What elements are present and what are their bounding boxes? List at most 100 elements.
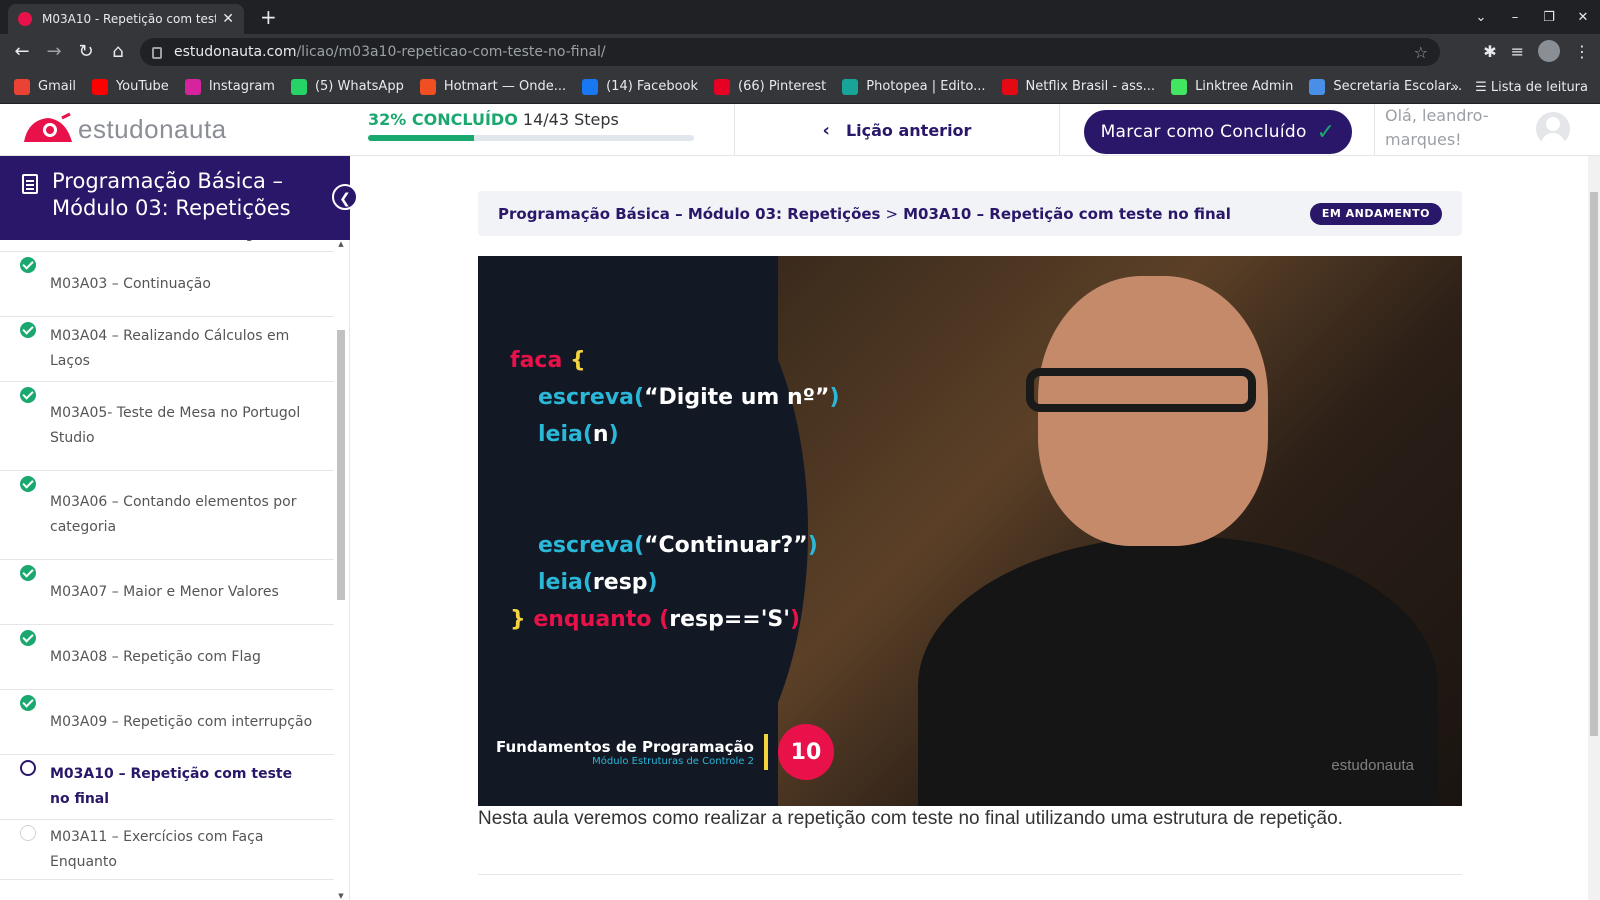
sidebar-lesson-item[interactable]: M03A11 – Exercícios com Faça Enquanto <box>0 820 334 880</box>
new-tab-icon[interactable]: + <box>260 4 277 30</box>
reading-list-button[interactable]: ☰ Lista de leitura <box>1475 80 1588 95</box>
maximize-icon[interactable]: ❐ <box>1532 10 1566 25</box>
lesson-label: M03A03 – Continuação <box>50 275 211 292</box>
previous-lesson-label: Lição anterior <box>845 120 972 140</box>
sidebar-lesson-item[interactable]: M03A08 – Repetição com Flag <box>0 625 334 690</box>
bookmark-item[interactable]: (5) WhatsApp <box>290 78 404 95</box>
bookmark-item[interactable]: (14) Facebook <box>582 78 699 95</box>
progress-bar <box>368 135 694 141</box>
page-scroll-thumb[interactable] <box>1590 192 1598 736</box>
user-menu[interactable]: Olá, leandro-marques! <box>1374 104 1600 156</box>
sidebar-lesson-item[interactable]: M03A07 – Maior e Menor Valores <box>0 560 334 625</box>
sidebar-scrollbar[interactable]: ▲ ▼ <box>336 240 346 900</box>
page-scrollbar[interactable] <box>1588 156 1600 900</box>
browser-tab[interactable]: M03A10 - Repetição com teste ✕ <box>8 4 244 34</box>
youtube-icon <box>91 78 108 95</box>
bookmark-item[interactable]: Instagram <box>184 78 275 95</box>
sidebar-lesson-item[interactable]: M03A02 – Realizando Contagens <box>0 240 334 252</box>
series-subtitle: Módulo Estruturas de Controle 2 <box>592 755 754 767</box>
completed-check-icon <box>20 322 36 338</box>
browser-tab-bar: M03A10 - Repetição com teste ✕ + ⌄ – ❐ ✕ <box>0 0 1600 34</box>
document-icon <box>22 174 38 194</box>
bookmark-item[interactable]: Hotmart — Onde... <box>419 78 567 95</box>
back-icon[interactable]: ← <box>10 40 34 64</box>
astronaut-logo-icon <box>24 112 72 142</box>
course-progress: 32% CONCLUÍDO 14/43 Steps <box>368 110 698 141</box>
collapse-sidebar-button[interactable]: ❮ <box>332 184 358 210</box>
sidebar-lesson-item[interactable]: M03A06 – Contando elementos por categori… <box>0 471 334 560</box>
address-bar[interactable]: estudonauta.com /licao/m03a10-repeticao-… <box>140 38 1440 66</box>
bookmark-label: Secretaria Escolar... <box>1333 79 1463 94</box>
video-scene <box>778 256 1462 806</box>
site-header: estudonauta 32% CONCLUÍDO 14/43 Steps ‹ … <box>0 104 1600 156</box>
user-avatar[interactable] <box>1536 112 1570 146</box>
code-condition: resp=='S' <box>669 607 791 632</box>
bookmarks-overflow: » ☰ Lista de leitura <box>1451 70 1588 104</box>
breadcrumb: Programação Básica – Módulo 03: Repetiçõ… <box>478 191 1462 236</box>
sidebar-lesson-item[interactable]: M03A10 – Repetição com teste no final <box>0 755 334 820</box>
completed-check-icon <box>20 476 36 492</box>
extensions-icon[interactable]: ✱ <box>1483 42 1496 61</box>
bookmark-label: YouTube <box>115 79 169 94</box>
lesson-video-player[interactable]: faca { escreva(“Digite um nº”) leia(n) e… <box>478 256 1462 806</box>
sidebar-lesson-item[interactable]: M03A05- Teste de Mesa no Portugol Studio <box>0 382 334 471</box>
reading-list-label: Lista de leitura <box>1490 79 1588 95</box>
bookmark-label: Gmail <box>38 79 76 94</box>
mark-complete-button[interactable]: Marcar como Concluído ✓ <box>1084 110 1352 154</box>
browser-toolbar: ← → ↻ ⌂ estudonauta.com /licao/m03a10-re… <box>0 34 1600 70</box>
reload-icon[interactable]: ↻ <box>74 40 98 64</box>
url-host: estudonauta.com <box>174 44 297 60</box>
lock-icon <box>152 47 162 59</box>
breadcrumb-lesson[interactable]: M03A10 – Repetição com teste no final <box>903 205 1231 223</box>
mark-complete-label: Marcar como Concluído <box>1100 122 1307 142</box>
bookmark-item[interactable]: Secretaria Escolar... <box>1309 78 1463 95</box>
bookmark-item[interactable]: Linktree Admin <box>1171 78 1293 95</box>
menu-kebab-icon[interactable]: ⋮ <box>1574 42 1590 61</box>
close-window-icon[interactable]: ✕ <box>1566 10 1600 25</box>
home-icon[interactable]: ⌂ <box>106 40 130 64</box>
check-icon: ✓ <box>1316 119 1336 145</box>
bookmark-star-icon[interactable]: ☆ <box>1414 43 1428 62</box>
previous-lesson-link[interactable]: ‹ Lição anterior <box>734 104 1060 156</box>
photopea-icon <box>842 78 859 95</box>
sidebar-lesson-item[interactable]: M03A04 – Realizando Cálculos em Laços <box>0 317 334 382</box>
code-fn-leia-1: leia <box>538 422 583 447</box>
bookmark-item[interactable]: (66) Pinterest <box>714 78 827 95</box>
course-header: Programação Básica – Módulo 03: Repetiçõ… <box>0 156 350 240</box>
bookmark-label: Instagram <box>208 79 275 94</box>
estudonauta-logo[interactable]: estudonauta <box>18 112 227 146</box>
bookmark-item[interactable]: Gmail <box>14 78 76 95</box>
tab-search-icon[interactable]: ⌄ <box>1464 10 1498 25</box>
sidebar-lesson-item[interactable]: M03A09 – Repetição com interrupção <box>0 690 334 755</box>
scroll-down-icon[interactable]: ▼ <box>336 892 346 900</box>
toolbar-actions: ✱ ≡ ⋮ <box>1483 40 1590 62</box>
breadcrumb-course-link[interactable]: Programação Básica – Módulo 03: Repetiçõ… <box>498 205 881 223</box>
gmail-icon <box>14 78 30 95</box>
bookmark-label: (66) Pinterest <box>738 79 827 94</box>
minimize-icon[interactable]: – <box>1498 10 1532 25</box>
bookmark-item[interactable]: Netflix Brasil - ass... <box>1001 78 1155 95</box>
tab-title: M03A10 - Repetição com teste <box>42 12 217 26</box>
forward-icon[interactable]: → <box>42 40 66 64</box>
pseudocode-block: faca { escreva(“Digite um nº”) leia(n) e… <box>510 348 840 632</box>
progress-steps: 14/43 Steps <box>522 110 619 129</box>
sidebar-scroll-thumb[interactable] <box>337 330 345 600</box>
lesson-label: M03A06 – Contando elementos por categori… <box>50 494 297 535</box>
lesson-label: M03A04 – Realizando Cálculos em Laços <box>50 328 290 369</box>
bookmark-item[interactable]: YouTube <box>91 78 169 95</box>
more-bookmarks-icon[interactable]: » <box>1451 80 1459 95</box>
series-branding: Fundamentos de Programação Módulo Estrut… <box>496 724 834 780</box>
linktree-icon <box>1171 78 1188 95</box>
close-tab-icon[interactable]: ✕ <box>222 11 234 27</box>
breadcrumb-separator: > <box>885 204 899 223</box>
bookmark-item[interactable]: Photopea | Edito... <box>842 78 986 95</box>
bookmark-label: (14) Facebook <box>606 79 699 94</box>
profile-avatar-icon[interactable] <box>1538 40 1560 62</box>
scroll-up-icon[interactable]: ▲ <box>336 240 346 248</box>
status-badge: EM ANDAMENTO <box>1309 203 1442 225</box>
lesson-label: M03A10 – Repetição com teste no final <box>50 766 293 807</box>
secretaria-icon <box>1309 78 1326 95</box>
media-control-icon[interactable]: ≡ <box>1511 42 1524 61</box>
sidebar-lesson-item[interactable]: M03A03 – Continuação <box>0 252 334 317</box>
bookmark-label: Hotmart — Onde... <box>443 79 567 94</box>
